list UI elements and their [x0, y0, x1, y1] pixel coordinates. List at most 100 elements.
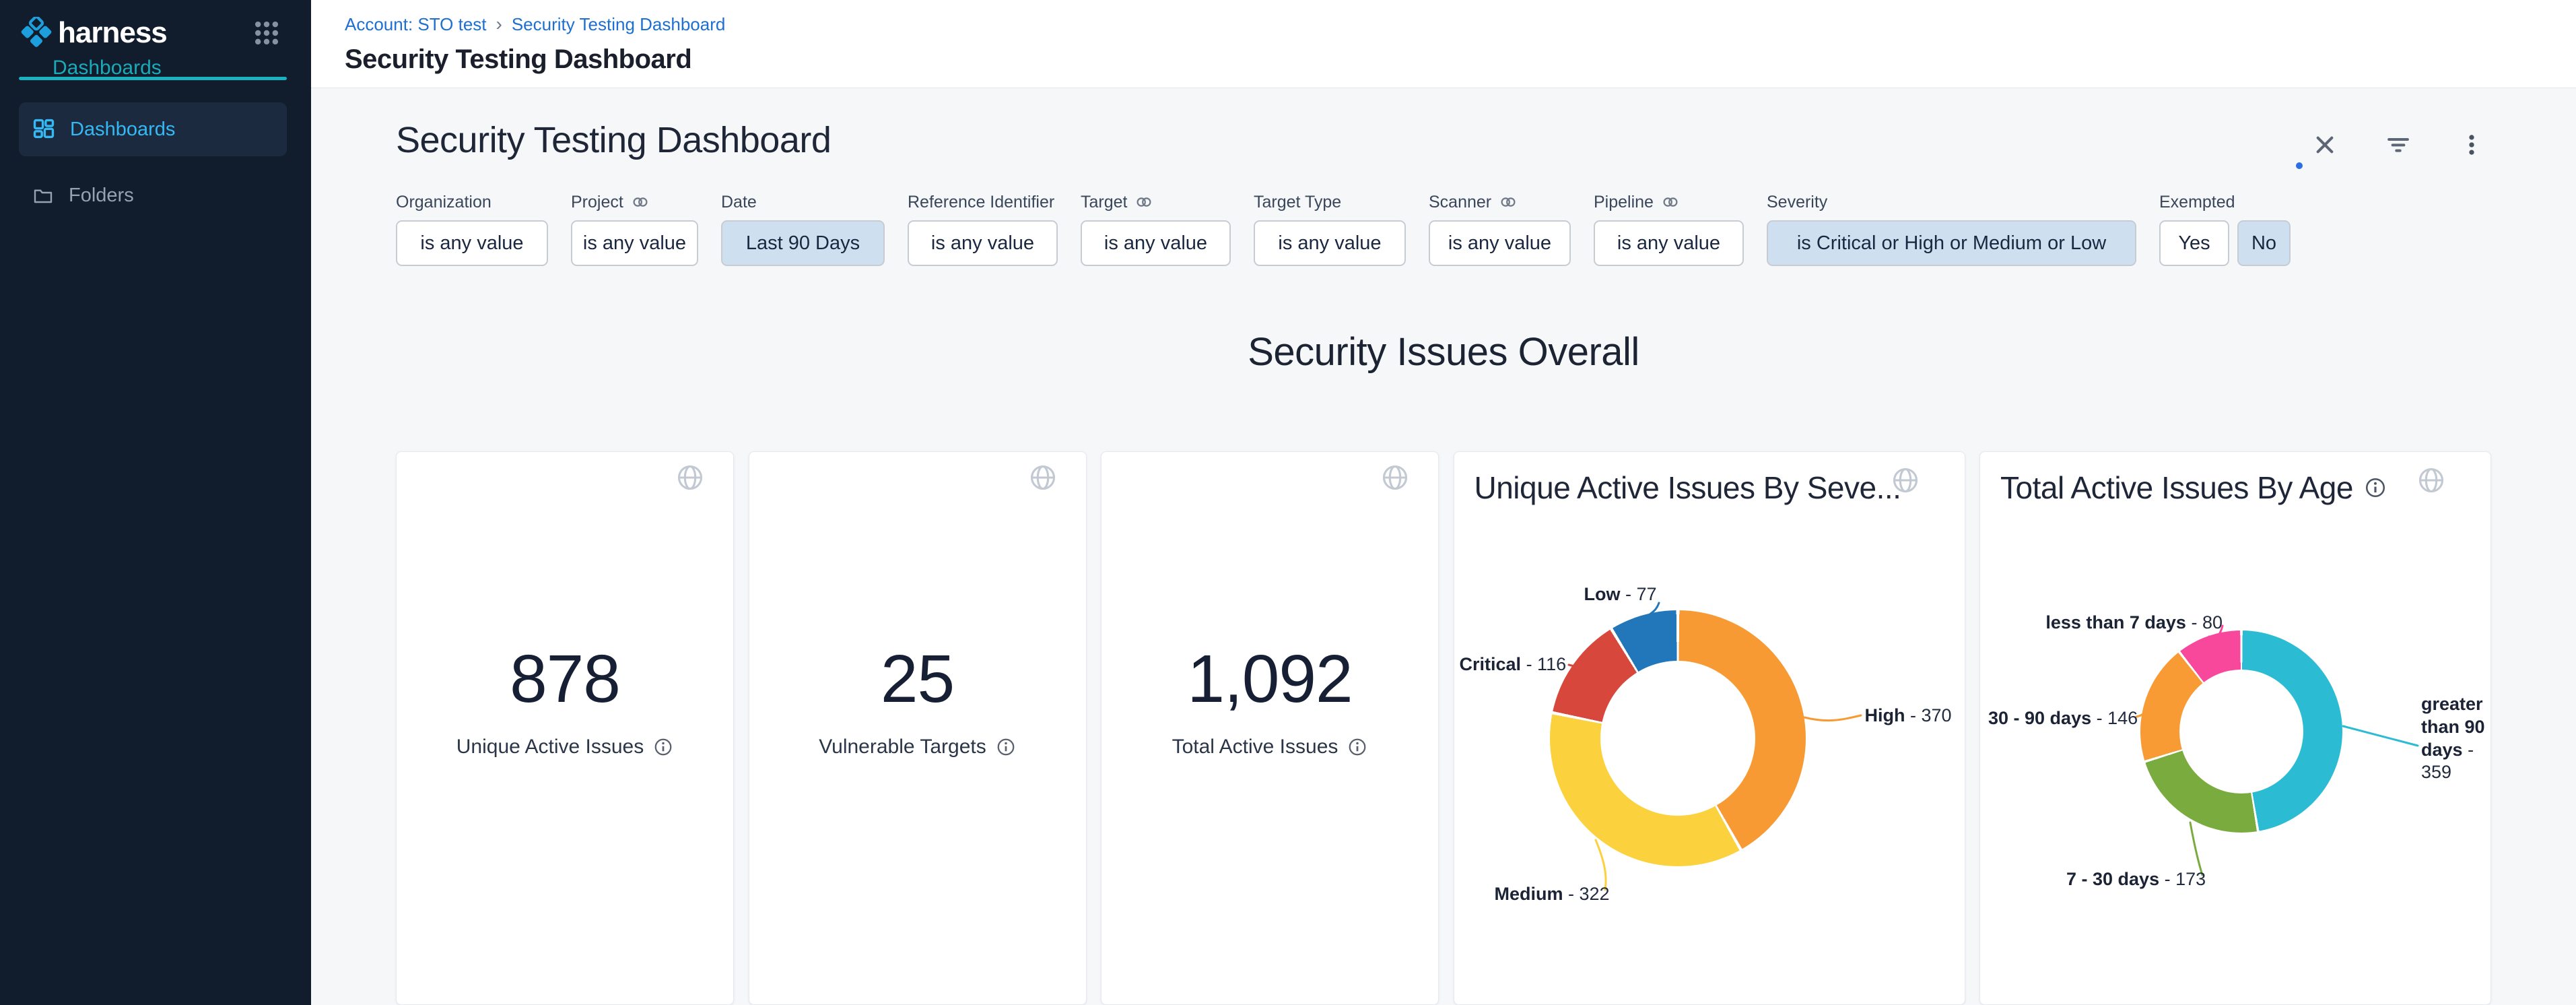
breadcrumb-separator: › [496, 13, 502, 35]
slice-label-30-90-days: 30 - 90 days - 146 [1988, 708, 2138, 729]
product-label: Dashboards [0, 50, 311, 79]
cursor-dot [2296, 162, 2303, 169]
chart-card-total-active-issues-by-age: Total Active Issues By Age [1979, 451, 2491, 1005]
breadcrumb-dashboard-link[interactable]: Security Testing Dashboard [512, 14, 725, 35]
slice-label-medium: Medium - 322 [1495, 884, 1610, 905]
link-icon [1135, 193, 1153, 211]
info-icon[interactable] [2364, 476, 2387, 499]
filter-reference-identifier: Reference Identifier is any value [908, 192, 1058, 266]
filter-scanner: Scanner is any value [1429, 192, 1571, 266]
slice-label-greater-than-90-days: greater than 90 days - 359 [2421, 693, 2499, 784]
filter-project-value[interactable]: is any value [571, 220, 698, 266]
chart-card-unique-active-issues-by-severity: Unique Active Issues By Seve... [1454, 451, 1965, 1005]
filter-date-value[interactable]: Last 90 Days [721, 220, 885, 266]
slice-label-less-than-7-days: less than 7 days - 80 [2045, 612, 2223, 633]
filter-severity-value[interactable]: is Critical or High or Medium or Low [1767, 220, 2136, 266]
donut-chart-severity[interactable] [1550, 610, 1806, 866]
brand-row: harness [0, 0, 311, 50]
info-icon[interactable] [996, 737, 1016, 757]
info-icon[interactable] [653, 737, 673, 757]
filter-label: Reference Identifier [908, 193, 1054, 212]
stat-card-vulnerable-targets: 25 Vulnerable Targets [749, 451, 1087, 1005]
close-button[interactable] [2308, 128, 2342, 164]
filter-organization-value[interactable]: is any value [396, 220, 548, 266]
section-title: Security Issues Overall [396, 329, 2491, 375]
filter-bar: Organization is any value Project is any… [396, 192, 2491, 266]
filter-pipeline: Pipeline is any value [1594, 192, 1744, 266]
filter-date: Date Last 90 Days [721, 192, 885, 266]
stat-card-unique-active-issues: 878 Unique Active Issues [396, 451, 734, 1005]
topbar: Account: STO test › Security Testing Das… [311, 0, 2576, 88]
filter-label: Pipeline [1594, 193, 1654, 212]
slice-label-7-30-days: 7 - 30 days - 173 [2066, 869, 2206, 890]
sidebar-item-folders[interactable]: Folders [19, 168, 287, 222]
filter-exempted: Exempted Yes No [2159, 192, 2291, 266]
globe-icon [1028, 463, 1058, 492]
globe-icon [1380, 463, 1410, 492]
sidebar-item-dashboards[interactable]: Dashboards [19, 102, 287, 156]
stat-card-total-active-issues: 1,092 Total Active Issues [1101, 451, 1439, 1005]
sidebar: harness Dashboards [0, 0, 311, 1005]
filter-icon [2385, 131, 2412, 158]
filters-toggle-button[interactable] [2381, 127, 2416, 164]
page-title: Security Testing Dashboard [345, 44, 2576, 75]
breadcrumb-account-link[interactable]: Account: STO test [345, 14, 487, 35]
stat-label: Unique Active Issues [456, 736, 644, 758]
app-grid-icon[interactable] [252, 18, 281, 48]
dashboard-actions [2308, 127, 2488, 164]
link-icon [1499, 193, 1517, 211]
filter-target: Target is any value [1081, 192, 1231, 266]
stat-value: 1,092 [1101, 641, 1438, 718]
app-root: harness Dashboards [0, 0, 2576, 1005]
filter-pipeline-value[interactable]: is any value [1594, 220, 1744, 266]
sidebar-divider [19, 77, 287, 80]
more-options-button[interactable] [2455, 128, 2488, 164]
stat-value: 878 [397, 641, 733, 718]
filter-target-value[interactable]: is any value [1081, 220, 1231, 266]
link-icon [632, 193, 649, 211]
filter-target-type-value[interactable]: is any value [1254, 220, 1406, 266]
filter-label: Severity [1767, 193, 1827, 212]
slice-label-high: High - 370 [1865, 705, 1952, 726]
filter-target-type: Target Type is any value [1254, 192, 1406, 266]
filter-label: Scanner [1429, 193, 1491, 212]
slice-label-low: Low - 77 [1584, 584, 1656, 605]
exempted-yes-button[interactable]: Yes [2159, 220, 2229, 266]
kebab-menu-icon [2459, 132, 2484, 158]
sidebar-item-label: Dashboards [70, 119, 175, 141]
slice-label-critical: Critical - 116 [1460, 654, 1567, 675]
donut-hole [1600, 661, 1755, 816]
filter-reference-identifier-value[interactable]: is any value [908, 220, 1058, 266]
filter-label: Organization [396, 193, 492, 212]
close-icon [2312, 132, 2338, 158]
stat-label: Vulnerable Targets [819, 736, 986, 758]
folder-icon [32, 185, 54, 206]
donut-hole [2179, 670, 2303, 793]
brand-name: harness [58, 16, 167, 50]
globe-icon [2416, 465, 2446, 495]
breadcrumb: Account: STO test › Security Testing Das… [345, 13, 2576, 35]
cards-row: 878 Unique Active Issues [396, 451, 2491, 1005]
dashboard-title: Security Testing Dashboard [396, 119, 2491, 161]
filter-label: Target Type [1254, 193, 1341, 212]
sidebar-item-label: Folders [69, 185, 134, 207]
link-icon [1662, 193, 1679, 211]
globe-icon [675, 463, 705, 492]
chart-title: Total Active Issues By Age [2000, 469, 2353, 506]
content: Account: STO test › Security Testing Das… [311, 0, 2576, 1005]
filter-severity: Severity is Critical or High or Medium o… [1767, 192, 2136, 266]
filter-scanner-value[interactable]: is any value [1429, 220, 1571, 266]
stat-value: 25 [749, 641, 1086, 718]
dashboards-grid-icon [32, 118, 55, 141]
info-icon[interactable] [1347, 737, 1367, 757]
filter-project: Project is any value [571, 192, 698, 266]
chart-title: Unique Active Issues By Seve... [1475, 469, 1901, 506]
harness-logo-icon [20, 17, 53, 49]
donut-chart-age[interactable] [2140, 630, 2342, 833]
filter-label: Date [721, 193, 757, 212]
globe-icon [1891, 465, 1920, 495]
filter-organization: Organization is any value [396, 192, 548, 266]
filter-label: Target [1081, 193, 1127, 212]
stat-label: Total Active Issues [1172, 736, 1338, 758]
exempted-no-button[interactable]: No [2237, 220, 2291, 266]
